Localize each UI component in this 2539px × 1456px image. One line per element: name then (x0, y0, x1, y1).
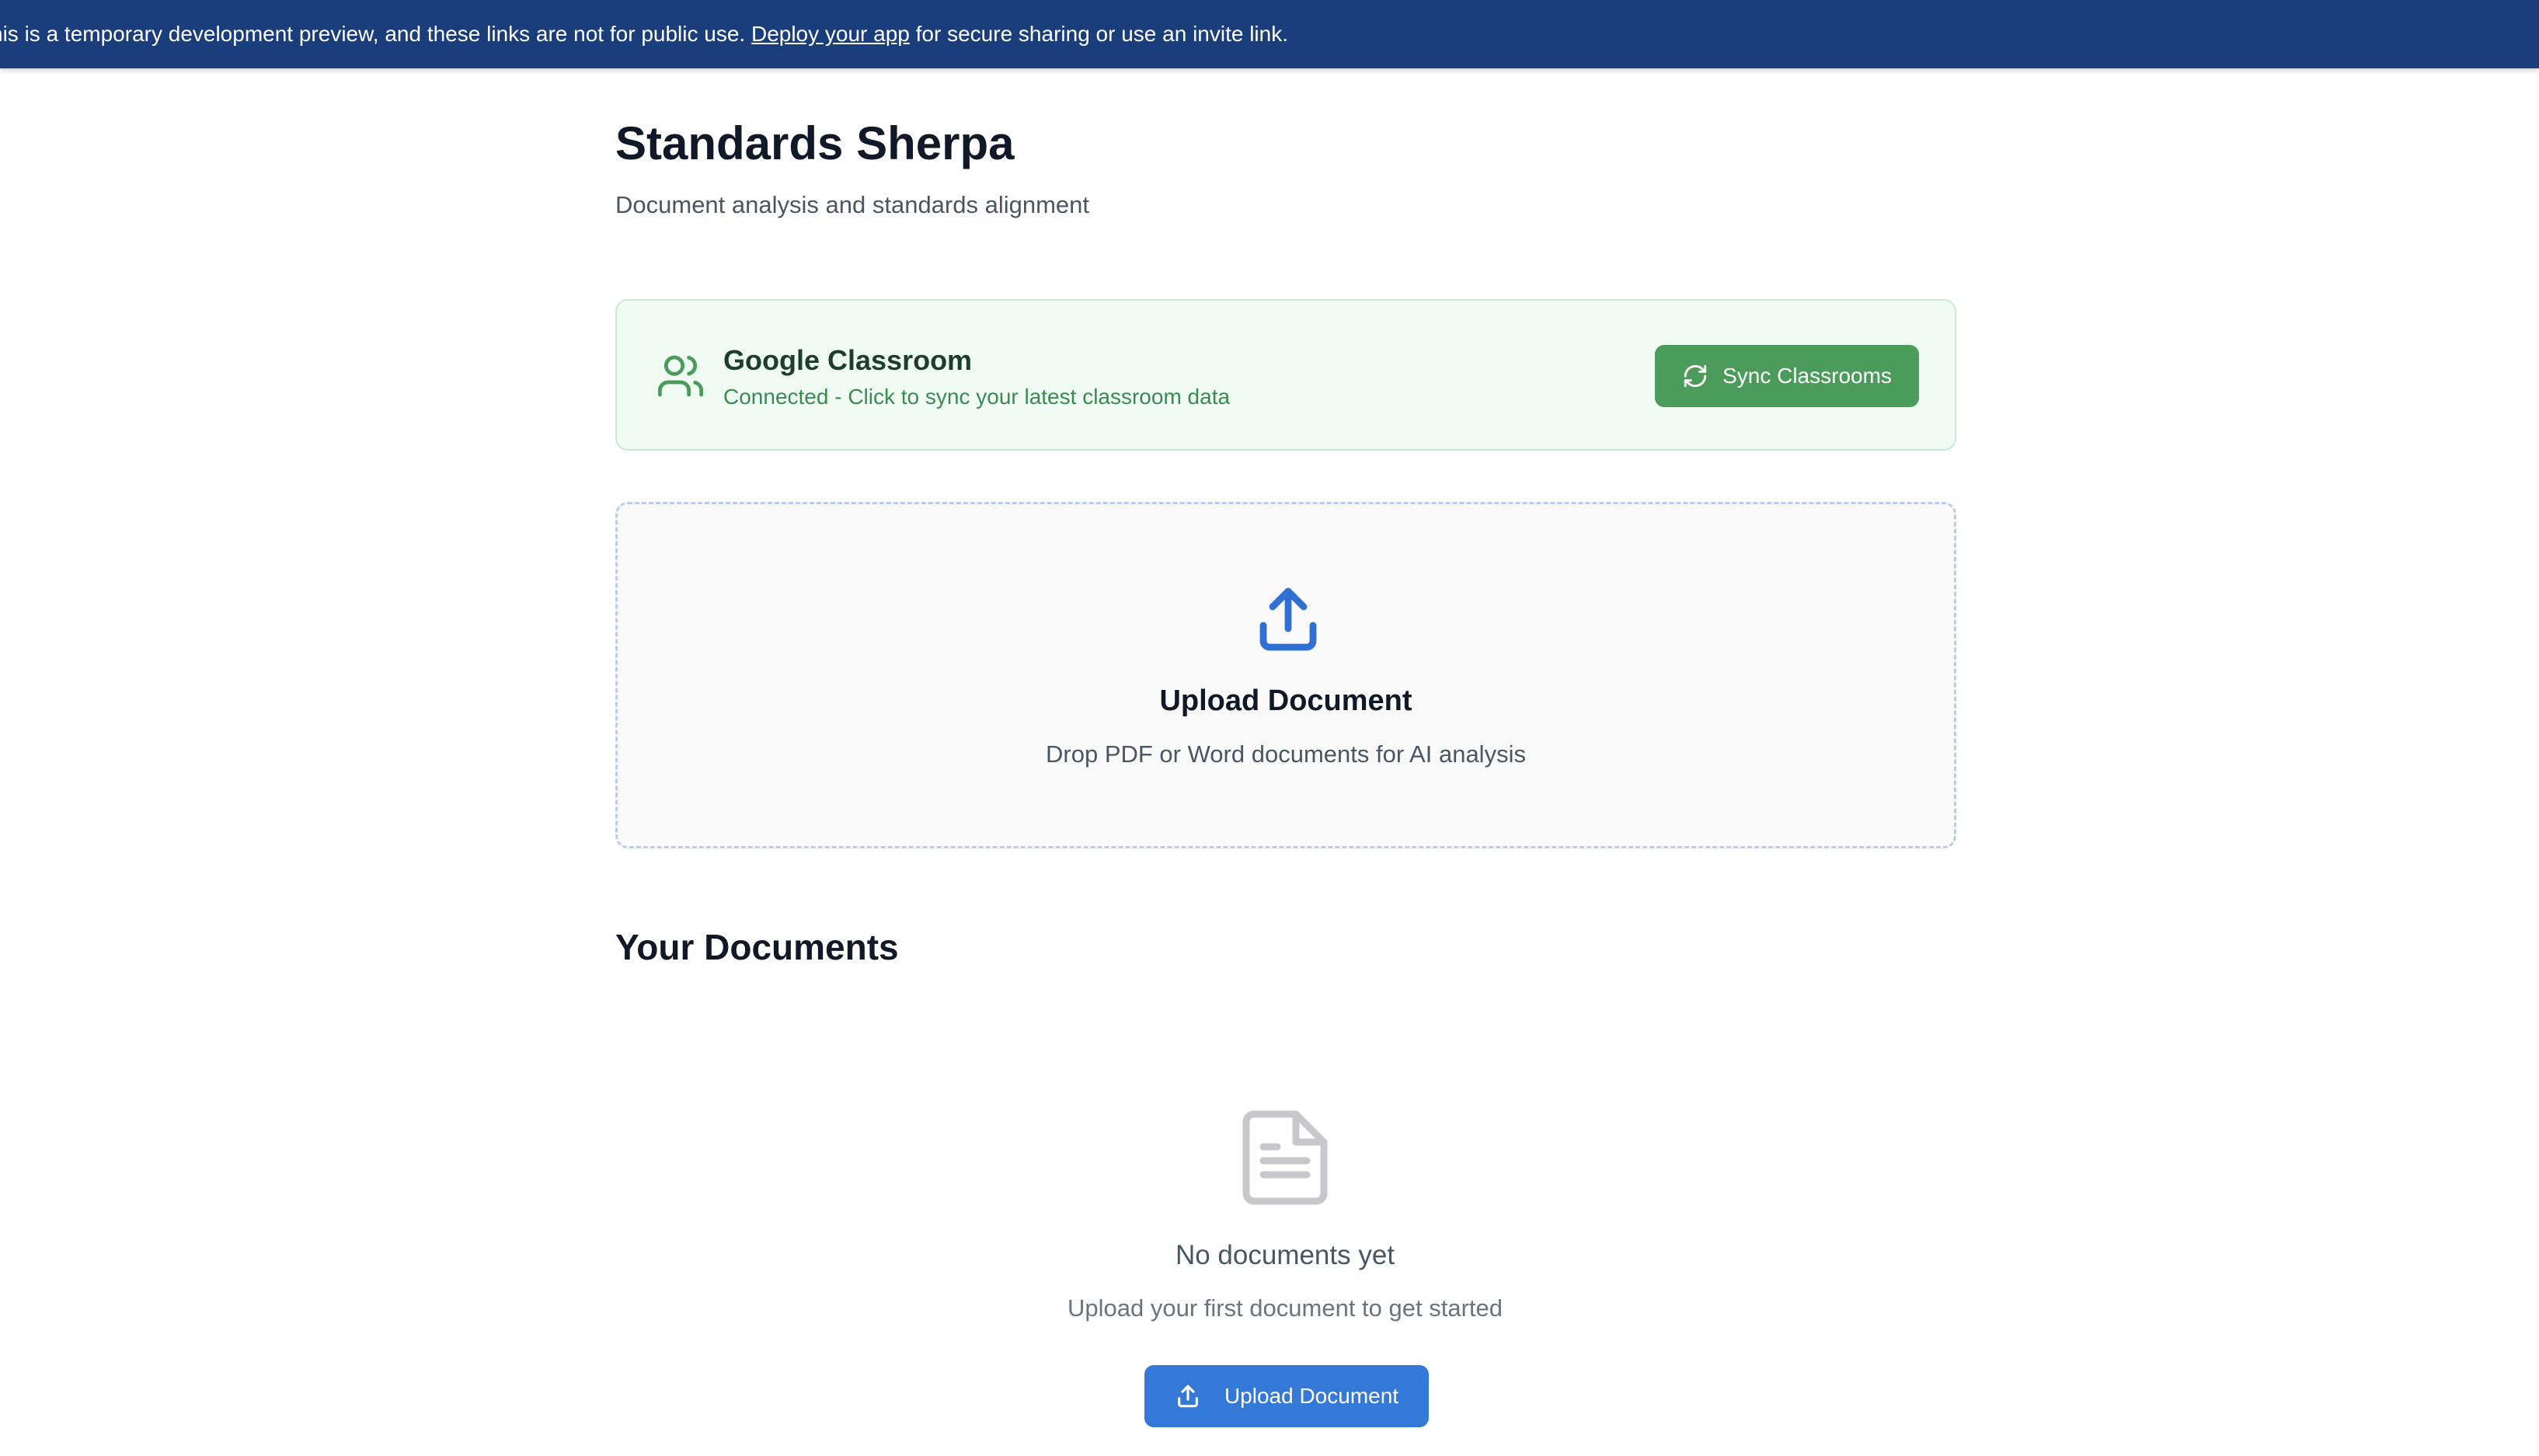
upload-title: Upload Document (1159, 684, 1412, 717)
upload-icon (1259, 587, 1317, 651)
empty-state-description: Upload your first document to get starte… (1067, 1294, 1503, 1322)
banner-message: his is a temporary development preview, … (0, 0, 1288, 68)
refresh-icon (1684, 364, 1707, 388)
empty-state-title: No documents yet (1175, 1240, 1395, 1270)
page-title: Standards Sherpa (615, 117, 1015, 169)
dev-preview-banner: his is a temporary development preview, … (0, 0, 2539, 68)
google-classroom-card: Google Classroom Connected - Click to sy… (615, 299, 1956, 451)
google-classroom-status: Connected - Click to sync your latest cl… (723, 385, 1231, 409)
upload-icon (1178, 1385, 1198, 1408)
deploy-app-link[interactable]: Deploy your app (751, 22, 910, 46)
sync-classrooms-label: Sync Classrooms (1722, 364, 1892, 388)
banner-text-after: for secure sharing or use an invite link… (915, 22, 1289, 46)
documents-heading: Your Documents (615, 927, 899, 967)
sync-classrooms-button[interactable]: Sync Classrooms (1655, 345, 1919, 407)
banner-text-before: his is a temporary development preview, … (0, 22, 746, 46)
document-icon (1242, 1110, 1328, 1205)
upload-document-label: Upload Document (1224, 1384, 1399, 1408)
google-classroom-title: Google Classroom (723, 344, 973, 376)
upload-document-button[interactable]: Upload Document (1144, 1365, 1429, 1427)
upload-description: Drop PDF or Word documents for AI analys… (1046, 740, 1526, 768)
page-subtitle: Document analysis and standards alignmen… (615, 191, 1090, 218)
upload-dropzone[interactable]: Upload Document Drop PDF or Word documen… (615, 502, 1956, 848)
users-icon (657, 355, 704, 397)
